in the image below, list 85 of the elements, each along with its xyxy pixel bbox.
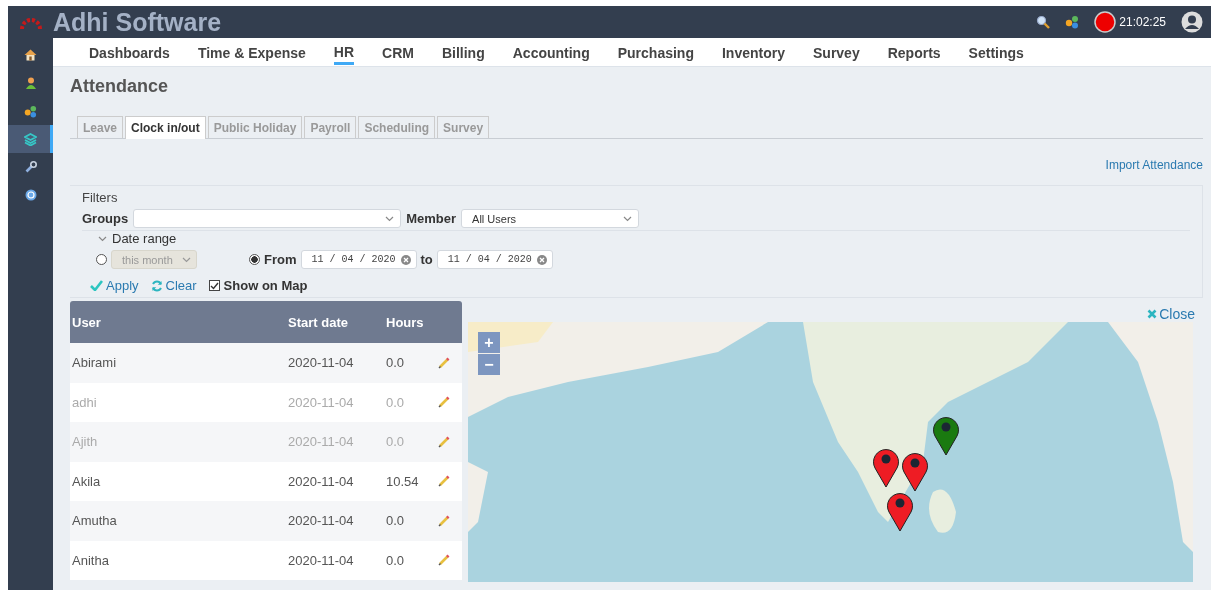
table-cell-text: 0.0 xyxy=(386,355,406,371)
table-cell-text: 2020-11-04 xyxy=(288,355,355,371)
table-cell-text: Anitha xyxy=(71,552,110,568)
pencil-icon[interactable] xyxy=(438,554,450,567)
table-cell-text: Ajith xyxy=(71,434,99,450)
import-attendance-link[interactable]: Import Attendance xyxy=(1105,158,1203,173)
chevron-down-icon xyxy=(623,215,633,222)
checkmark-icon xyxy=(90,280,103,291)
clock-time: 21:02:25 xyxy=(1119,15,1166,29)
table-cell-text: 2020-11-04 xyxy=(288,394,355,410)
table-cell-text: 10.54 xyxy=(386,473,420,489)
nav-tab[interactable]: Time & Expense xyxy=(183,39,320,65)
tab[interactable]: Clock in/out xyxy=(125,116,206,139)
sidebar-item[interactable] xyxy=(8,125,53,153)
map-pin-icon[interactable] xyxy=(901,450,929,492)
column-header: Hours xyxy=(386,314,425,330)
map-pin-icon[interactable] xyxy=(932,414,960,456)
nav-tab[interactable]: CRM xyxy=(368,39,428,65)
table-cell-text: 2020-11-04 xyxy=(288,513,355,529)
map-pin-icon[interactable] xyxy=(872,446,900,488)
help-icon xyxy=(24,189,37,201)
recording-indicator-icon[interactable] xyxy=(1094,11,1117,33)
table-cell-text: Abirami xyxy=(71,355,118,371)
table-cell-text: 0.0 xyxy=(386,394,406,410)
refresh-icon xyxy=(150,279,163,292)
house-icon xyxy=(24,49,37,61)
page-title: Attendance xyxy=(70,76,169,98)
show-on-map-label: Show on Map xyxy=(223,278,308,293)
close-icon xyxy=(1147,309,1158,319)
table-cell-text: Akila xyxy=(71,473,102,489)
radio-button[interactable] xyxy=(96,254,107,265)
nav-tab[interactable]: Survey xyxy=(799,39,874,65)
nav-tab[interactable]: Billing xyxy=(427,39,499,65)
nav-tab[interactable]: HR xyxy=(333,39,355,65)
table-cell-text: 2020-11-04 xyxy=(288,473,355,489)
table-cell-text: 2020-11-04 xyxy=(288,552,355,568)
table-cell-text: 0.0 xyxy=(386,434,406,450)
pencil-icon[interactable] xyxy=(438,475,450,488)
clear-icon[interactable] xyxy=(536,254,547,265)
from-date-field[interactable]: 11 / 04 / 2020 xyxy=(300,250,417,269)
pencil-icon[interactable] xyxy=(438,514,450,527)
nav-tab[interactable]: Reports xyxy=(873,39,955,65)
person-icon xyxy=(24,77,37,89)
close-button[interactable]: Close xyxy=(1147,306,1203,322)
to-date-field[interactable]: 11 / 04 / 2020 xyxy=(436,250,553,269)
date-range-label: Date range xyxy=(112,231,177,246)
table-cell-text: adhi xyxy=(71,394,98,410)
nav-tab[interactable]: Purchasing xyxy=(603,39,708,65)
from-label: From xyxy=(264,252,297,267)
chevron-down-icon[interactable] xyxy=(98,235,107,242)
clear-button[interactable]: Clear xyxy=(150,278,205,293)
apps-icon[interactable] xyxy=(1065,15,1080,29)
table-cell-text: 2020-11-04 xyxy=(288,434,355,450)
search-icon[interactable] xyxy=(1036,15,1051,29)
to-label: to xyxy=(420,252,433,267)
clear-icon[interactable] xyxy=(400,254,411,265)
chevron-down-icon xyxy=(385,215,395,222)
user-avatar-icon[interactable] xyxy=(1181,11,1203,33)
wrench-icon xyxy=(24,161,37,173)
nav-tab[interactable]: Settings xyxy=(954,39,1038,65)
island xyxy=(929,489,956,533)
checkbox[interactable] xyxy=(208,280,220,291)
filters-legend: Filters xyxy=(82,190,118,205)
layers-icon xyxy=(24,132,37,146)
map-pin-icon[interactable] xyxy=(886,490,914,532)
pencil-icon[interactable] xyxy=(438,396,450,409)
app-title: Adhi Software xyxy=(53,7,222,37)
column-header: Start date xyxy=(288,314,349,330)
pencil-icon[interactable] xyxy=(438,356,450,369)
member-label: Member xyxy=(406,211,457,226)
groups-label: Groups xyxy=(82,211,129,226)
radio-button[interactable] xyxy=(249,254,260,265)
apply-button[interactable]: Apply xyxy=(90,278,147,293)
table-cell-text: 0.0 xyxy=(386,552,406,568)
pencil-icon[interactable] xyxy=(438,435,450,448)
nav-tab[interactable]: Inventory xyxy=(708,39,799,65)
table-cell-text: 0.0 xyxy=(386,513,406,529)
table-cell-text: Amutha xyxy=(71,513,118,529)
member-select[interactable]: All Users xyxy=(461,209,640,228)
landmass xyxy=(468,462,488,532)
chevron-down-icon xyxy=(182,256,191,263)
column-header: User xyxy=(71,314,102,330)
nav-tab[interactable]: Dashboards xyxy=(75,39,184,65)
nav-tab[interactable]: Accounting xyxy=(498,39,604,65)
circles-icon xyxy=(24,104,37,118)
